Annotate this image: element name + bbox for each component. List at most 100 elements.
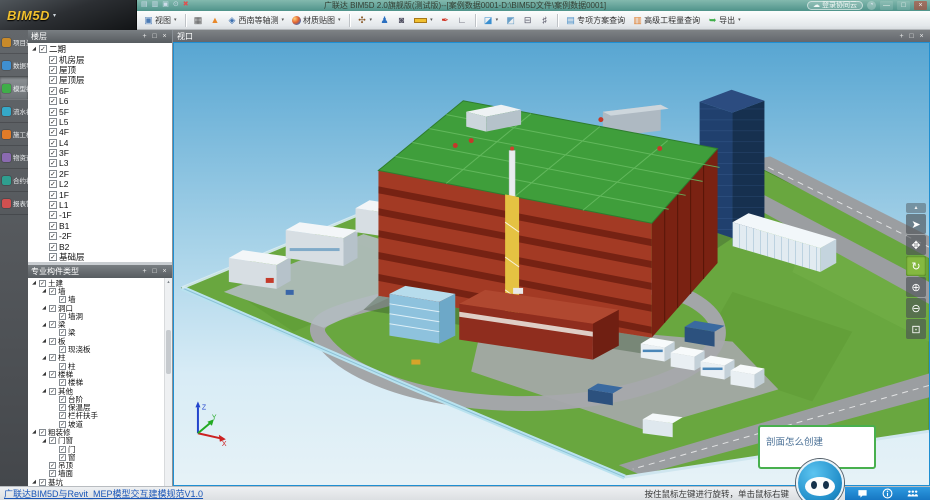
toolbar-button-view-direction[interactable]: ◈ 西南等轴测 ▾ — [225, 12, 288, 28]
close-project-icon[interactable]: ✖ — [183, 0, 189, 10]
expand-icon[interactable]: ◢ — [41, 438, 47, 444]
toolbar-button-display-mode[interactable]: 材质贴图 ▾ — [289, 12, 344, 28]
checkbox-checked[interactable]: ✓ — [49, 128, 57, 137]
expand-icon[interactable]: ◢ — [41, 322, 47, 328]
checkbox-checked[interactable]: ✓ — [49, 180, 57, 189]
toolbar-button-grid-lines[interactable]: ♯ — [537, 12, 552, 28]
checkbox-checked[interactable]: ✓ — [49, 287, 56, 295]
checkbox-checked[interactable]: ✓ — [49, 253, 57, 261]
checkbox-checked[interactable]: ✓ — [49, 387, 56, 395]
sidebar-tab-contract-view[interactable]: 合约视图 — [0, 169, 28, 192]
scrollbar-thumb[interactable] — [166, 330, 171, 374]
floor-item[interactable]: ◢ ✓ L5 — [28, 117, 172, 127]
close-button[interactable]: × — [914, 1, 927, 10]
floors-panel-header[interactable]: 楼层 + □ × — [28, 30, 172, 43]
checkbox-checked[interactable]: ✓ — [49, 86, 57, 95]
component-item[interactable]: ◢ ✓ 洞口 — [28, 304, 163, 313]
scroll-up-icon[interactable]: ▲ — [167, 278, 171, 286]
expand-icon[interactable]: ◢ — [31, 280, 37, 286]
3d-scene[interactable]: Z X Y — [174, 43, 929, 485]
floor-item[interactable]: ◢ ✓ 5F — [28, 106, 172, 117]
component-item[interactable]: ◢ ✓ 窗 — [28, 453, 163, 462]
floor-item[interactable]: ◢ ✓ 机房层 — [28, 54, 172, 65]
floor-item[interactable]: ◢ ✓ B2 — [28, 241, 172, 252]
checkbox-checked[interactable]: ✓ — [49, 169, 57, 178]
component-item[interactable]: ◢ ✓ 梁 — [28, 328, 163, 337]
component-item[interactable]: ◢ ✓ 柱 — [28, 362, 163, 371]
checkbox-checked[interactable]: ✓ — [49, 232, 57, 241]
checkbox-checked[interactable]: ✓ — [49, 55, 57, 64]
floor-item[interactable]: ◢ ✓ L4 — [28, 138, 172, 148]
checkbox-checked[interactable]: ✓ — [59, 404, 66, 412]
assistant-robot[interactable] — [796, 459, 844, 500]
toolbar-button-markup[interactable]: ✒ — [438, 12, 453, 28]
toolbar-button-snapshot[interactable]: ◙ — [394, 12, 409, 28]
checkbox-checked[interactable]: ✓ — [49, 76, 57, 85]
expand-icon[interactable]: ◢ — [31, 479, 37, 485]
toolbar-button-axis-net[interactable]: ▦ — [191, 12, 206, 28]
chevron-down-icon[interactable]: ▾ — [282, 17, 285, 23]
expand-icon[interactable]: ◢ — [41, 355, 47, 361]
expand-icon[interactable]: ◢ — [41, 388, 47, 394]
component-item[interactable]: ◢ ✓ 台阶 — [28, 395, 163, 404]
checkbox-checked[interactable]: ✓ — [39, 428, 46, 436]
checkbox-checked[interactable]: ✓ — [49, 159, 57, 168]
chevron-down-icon[interactable]: ▾ — [370, 17, 373, 23]
floor-item[interactable]: ◢ ✓ 6F — [28, 86, 172, 96]
component-item[interactable]: ◢ ✓ 楼梯 — [28, 378, 163, 387]
viewport-tool-zoom-out[interactable]: ⊖ — [906, 298, 926, 318]
toolbar-button-measure[interactable]: ▾ — [411, 12, 436, 28]
floor-item[interactable]: ◢ ✓ L6 — [28, 96, 172, 106]
floor-item[interactable]: ◢ ✓ 二期 — [28, 44, 172, 54]
component-item[interactable]: ◢ ✓ 墙 — [28, 287, 163, 296]
checkbox-checked[interactable]: ✓ — [49, 190, 57, 199]
viewport-tool-zoom-in[interactable]: ⊕ — [906, 277, 926, 297]
floor-item[interactable]: ◢ ✓ B1 — [28, 221, 172, 231]
main-building[interactable] — [363, 100, 720, 360]
component-types-panel-header[interactable]: 专业构件类型 + □ × — [28, 265, 172, 278]
expand-icon[interactable]: ◢ — [41, 288, 47, 294]
status-link[interactable]: 广联达BIM5D与Revit_MEP模型交互建模规范V1.0 — [4, 487, 203, 500]
minimize-button[interactable]: — — [880, 1, 893, 10]
chevron-down-icon[interactable]: ▾ — [174, 17, 177, 23]
checkbox-checked[interactable]: ✓ — [59, 445, 66, 453]
people-icon[interactable] — [907, 488, 918, 499]
floor-item[interactable]: ◢ ✓ L2 — [28, 179, 172, 189]
print-icon[interactable]: ▣ — [162, 0, 169, 10]
close-icon[interactable]: × — [160, 267, 169, 276]
checkbox-checked[interactable]: ✓ — [49, 337, 56, 345]
floor-item[interactable]: ◢ ✓ L3 — [28, 158, 172, 168]
floor-item[interactable]: ◢ ✓ 屋顶 — [28, 65, 172, 75]
toolbar-button-section-plane[interactable]: ◩ — [503, 12, 518, 28]
checkbox-checked[interactable]: ✓ — [59, 412, 66, 420]
component-item[interactable]: ◢ ✓ 其他 — [28, 387, 163, 396]
floor-item[interactable]: ◢ ✓ L1 — [28, 200, 172, 210]
toolbar-button-roam[interactable]: ✣ ▾ — [355, 12, 376, 28]
sidebar-tab-report-management[interactable]: 报表管理 — [0, 192, 28, 215]
floor-item[interactable]: ◢ ✓ 2F — [28, 169, 172, 179]
toolbar-button-viewpoint[interactable]: ♟ — [377, 12, 392, 28]
viewport-header[interactable]: 视口 + □ × — [173, 30, 930, 42]
component-item[interactable]: ◢ ✓ 柱 — [28, 353, 163, 362]
chevron-down-icon[interactable]: ▾ — [496, 17, 499, 23]
component-item[interactable]: ◢ ✓ 墙 — [28, 295, 163, 304]
checkbox-checked[interactable]: ✓ — [39, 478, 46, 486]
component-item[interactable]: ◢ ✓ 现浇板 — [28, 345, 163, 354]
component-item[interactable]: ◢ ✓ 栏杆扶手 — [28, 411, 163, 420]
viewport-tool-pan[interactable]: ✥ — [906, 235, 926, 255]
floor-item[interactable]: ◢ ✓ 3F — [28, 148, 172, 158]
checkbox-checked[interactable]: ✓ — [39, 45, 47, 54]
toolbar-button-section[interactable]: ◪ ▾ — [481, 12, 502, 28]
component-item[interactable]: ◢ ✓ 门窗 — [28, 436, 163, 445]
checkbox-checked[interactable]: ✓ — [49, 65, 57, 74]
viewport-tool-orbit[interactable]: ↻ — [906, 256, 926, 276]
collapse-icon[interactable]: ▴ — [906, 203, 926, 213]
sidebar-tab-construction-simulation[interactable]: 施工模拟 — [0, 123, 28, 146]
float-icon[interactable]: □ — [150, 32, 159, 41]
checkbox-checked[interactable]: ✓ — [59, 395, 66, 403]
viewport-3d-area[interactable]: Z X Y ▴ ➤ ✥ ↻ ⊕ ⊖ ⊡ 剖面怎么创建 — [173, 42, 930, 486]
sidebar-tab-model-view[interactable]: 模型视图 — [0, 77, 28, 100]
component-item[interactable]: ◢ ✓ 楼梯 — [28, 370, 163, 379]
checkbox-checked[interactable]: ✓ — [49, 149, 57, 158]
chevron-down-icon[interactable]: ▾ — [738, 17, 741, 23]
